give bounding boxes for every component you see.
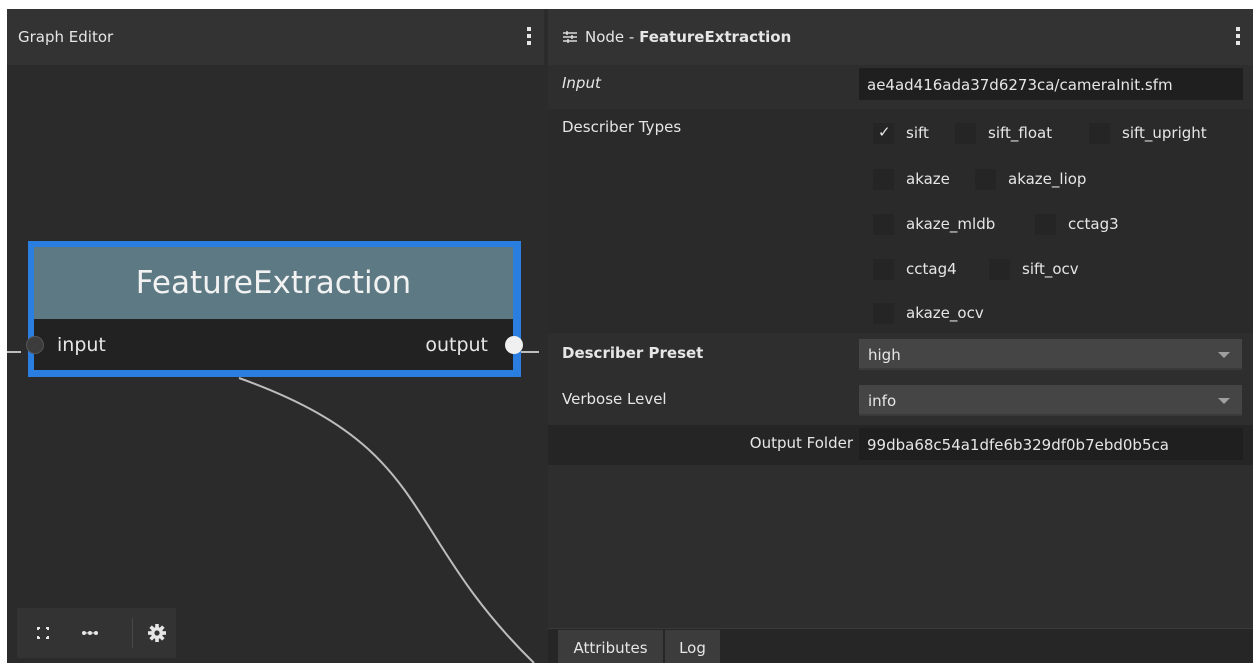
checkbox-cctag3-box[interactable] bbox=[1035, 213, 1056, 235]
node-editor-tabbar: Attributes Log bbox=[548, 628, 1253, 663]
gear-icon[interactable] bbox=[141, 618, 173, 648]
node-editor-menu-icon[interactable] bbox=[1235, 27, 1241, 47]
node-title: FeatureExtraction bbox=[34, 247, 513, 319]
output-port[interactable] bbox=[505, 336, 523, 354]
checkbox-sift-box[interactable] bbox=[873, 122, 894, 144]
attr-row-verbose-level: Verbose Level info bbox=[548, 381, 1253, 419]
checkbox-akaze-ocv-label: akaze_ocv bbox=[906, 304, 984, 322]
attr-verbose-level-label: Verbose Level bbox=[562, 390, 667, 408]
checkbox-cctag4-box[interactable] bbox=[873, 258, 894, 280]
chevron-down-icon bbox=[1218, 398, 1230, 404]
checkbox-sift-upright[interactable]: sift_upright bbox=[1089, 122, 1207, 144]
checkbox-sift-float-label: sift_float bbox=[988, 124, 1053, 142]
toolbar-separator bbox=[132, 618, 133, 648]
graph-editor-panel[interactable]: Graph Editor FeatureExtraction input out… bbox=[7, 9, 544, 663]
attr-row-input: Input ae4ad416ada37d6273ca/cameraInit.sf… bbox=[548, 65, 1253, 103]
attr-row-describer-preset: Describer Preset high bbox=[548, 335, 1253, 373]
checkbox-akaze-ocv[interactable]: akaze_ocv bbox=[873, 302, 984, 324]
checkbox-akaze-ocv-box[interactable] bbox=[873, 302, 894, 324]
describer-preset-value: high bbox=[868, 346, 901, 364]
checkbox-akaze-liop[interactable]: akaze_liop bbox=[975, 168, 1086, 190]
attr-output-folder-label: Output Folder bbox=[749, 434, 853, 452]
verbose-level-value: info bbox=[868, 392, 897, 410]
edge-output-connection bbox=[238, 377, 535, 663]
graph-toolbar bbox=[17, 608, 176, 658]
checkbox-akaze-mldb-label: akaze_mldb bbox=[906, 215, 996, 233]
checkbox-sift-label: sift bbox=[906, 124, 929, 142]
input-field[interactable]: ae4ad416ada37d6273ca/cameraInit.sfm bbox=[859, 68, 1243, 100]
tab-log[interactable]: Log bbox=[665, 630, 720, 663]
checkbox-sift-upright-box[interactable] bbox=[1089, 122, 1110, 144]
output-port-label: output bbox=[425, 334, 488, 356]
checkbox-sift-float[interactable]: sift_float bbox=[955, 122, 1052, 144]
input-port-label: input bbox=[57, 334, 106, 356]
attr-describer-preset-label: Describer Preset bbox=[562, 344, 704, 362]
node-editor-title: Node - FeatureExtraction bbox=[585, 28, 791, 46]
input-port[interactable] bbox=[26, 336, 44, 354]
chevron-down-icon bbox=[1218, 352, 1230, 358]
node-editor-title-prefix: Node - bbox=[585, 28, 640, 46]
node-ports: input output bbox=[26, 319, 523, 370]
checkbox-akaze-mldb-box[interactable] bbox=[873, 213, 894, 235]
checkbox-sift-float-box[interactable] bbox=[955, 122, 976, 144]
checkbox-akaze-label: akaze bbox=[906, 170, 950, 188]
checkbox-cctag4-label: cctag4 bbox=[906, 260, 957, 278]
attr-describer-types-label: Describer Types bbox=[562, 118, 682, 136]
checkbox-akaze-liop-label: akaze_liop bbox=[1008, 170, 1087, 188]
checkbox-sift-upright-label: sift_upright bbox=[1122, 124, 1207, 142]
attr-input-label: Input bbox=[562, 74, 601, 92]
sliders-icon bbox=[563, 30, 577, 44]
attr-row-describer-types: Describer Types sift sift_float sift_upr… bbox=[548, 109, 1253, 333]
app-window: Graph Editor FeatureExtraction input out… bbox=[7, 9, 1253, 663]
checkbox-sift-ocv-label: sift_ocv bbox=[1022, 260, 1079, 278]
checkbox-cctag3[interactable]: cctag3 bbox=[1035, 213, 1119, 235]
output-folder-field[interactable]: 99dba68c54a1dfe6b329df0b7ebd0b5ca bbox=[859, 428, 1243, 460]
checkbox-akaze-box[interactable] bbox=[873, 168, 894, 190]
node-editor-header: Node - FeatureExtraction bbox=[548, 9, 1253, 65]
describer-preset-dropdown[interactable]: high bbox=[859, 339, 1242, 370]
node-editor-panel: Node - FeatureExtraction Input ae4ad416a… bbox=[548, 9, 1253, 663]
fit-view-icon[interactable] bbox=[27, 618, 59, 648]
checkbox-sift-ocv[interactable]: sift_ocv bbox=[989, 258, 1079, 280]
attr-row-output-folder: Output Folder 99dba68c54a1dfe6b329df0b7e… bbox=[548, 425, 1253, 465]
node-editor-title-name: FeatureExtraction bbox=[639, 28, 792, 46]
checkbox-cctag3-label: cctag3 bbox=[1068, 215, 1119, 233]
checkbox-akaze-liop-box[interactable] bbox=[975, 168, 996, 190]
checkbox-cctag4[interactable]: cctag4 bbox=[873, 258, 957, 280]
checkbox-akaze-mldb[interactable]: akaze_mldb bbox=[873, 213, 995, 235]
checkbox-sift-ocv-box[interactable] bbox=[989, 258, 1010, 280]
checkbox-akaze[interactable]: akaze bbox=[873, 168, 950, 190]
verbose-level-dropdown[interactable]: info bbox=[859, 385, 1242, 416]
node-featureextraction[interactable]: FeatureExtraction input output bbox=[26, 241, 523, 377]
tab-attributes[interactable]: Attributes bbox=[558, 630, 663, 663]
dots-layout-icon[interactable] bbox=[75, 618, 107, 648]
checkbox-sift[interactable]: sift bbox=[873, 122, 929, 144]
